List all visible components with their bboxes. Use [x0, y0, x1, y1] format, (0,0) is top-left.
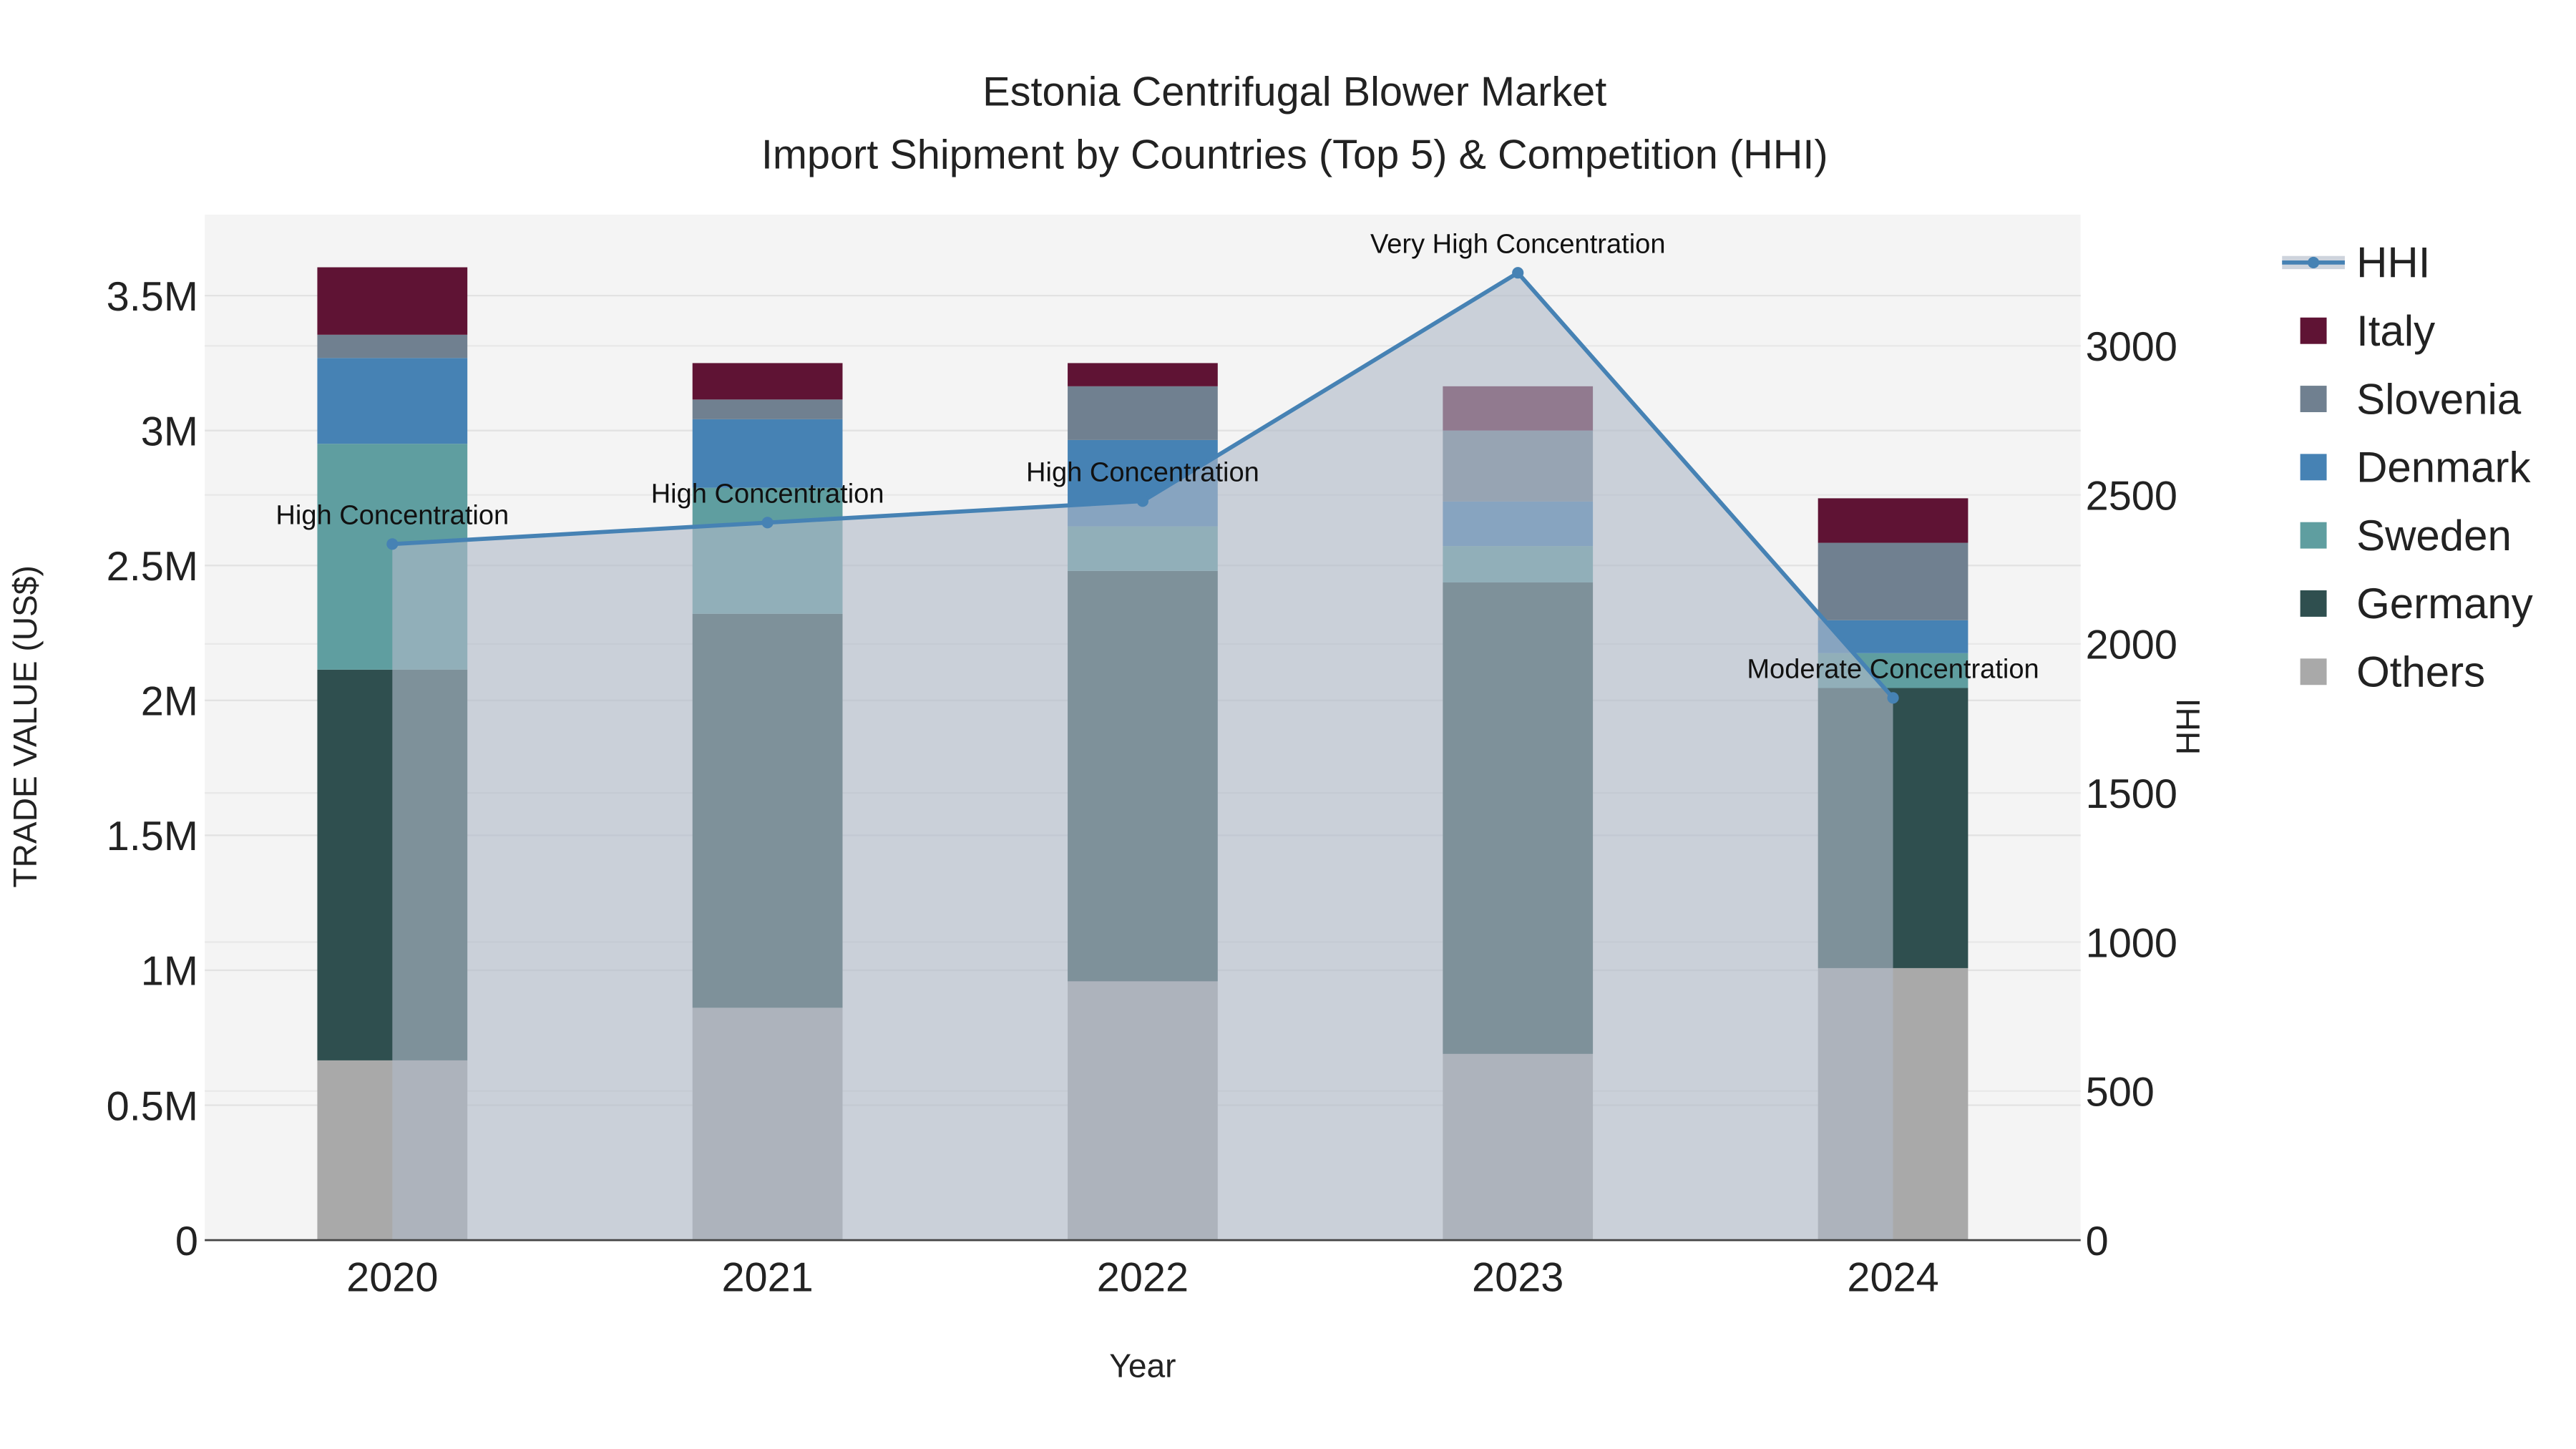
bar-slovenia-2020: [317, 334, 468, 358]
x-tick-label: 2021: [721, 1255, 813, 1301]
legend-item-slovenia: Slovenia: [2300, 375, 2522, 423]
legend-swatch: [2300, 317, 2327, 344]
legend-item-sweden: Sweden: [2300, 512, 2512, 560]
bar-italy-2022: [1068, 363, 1218, 386]
legend-label: Denmark: [2356, 444, 2531, 492]
y-tick-label: 1M: [141, 949, 198, 995]
y2-tick-label: 500: [2086, 1070, 2155, 1116]
legend-label: Slovenia: [2356, 375, 2522, 423]
hhi-point-2020: [386, 538, 399, 550]
legend: HHI Italy Slovenia Denmark Sweden Germany Othe…: [2282, 239, 2533, 696]
legend-label: Others: [2356, 648, 2485, 696]
y-tick-label: 0.5M: [107, 1083, 198, 1129]
hhi-annotation: High Concentration: [275, 501, 509, 531]
y-tick-label: 2.5M: [107, 544, 198, 590]
bar-slovenia-2024: [1818, 542, 1968, 620]
y-tick-label: 0: [175, 1219, 198, 1264]
legend-item-italy: Italy: [2300, 307, 2435, 355]
bar-italy-2020: [317, 267, 468, 335]
legend-label: Sweden: [2356, 512, 2512, 560]
hhi-point-2023: [1512, 267, 1524, 279]
y2-tick-label: 3000: [2086, 324, 2177, 370]
x-tick-label: 2022: [1097, 1255, 1189, 1301]
y-tick-label: 1.5M: [107, 814, 198, 859]
legend-swatch: [2300, 386, 2327, 412]
y2-axis-title: HHI: [2170, 698, 2207, 755]
bar-italy-2024: [1818, 498, 1968, 543]
legend-swatch: [2300, 658, 2327, 686]
legend-swatch: [2300, 454, 2327, 481]
y2-tick-label: 2000: [2086, 623, 2177, 668]
x-tick-label: 2023: [1472, 1255, 1563, 1301]
legend-label: Germany: [2356, 580, 2533, 628]
y2-tick-label: 1500: [2086, 771, 2177, 817]
x-axis-title: Year: [1109, 1347, 1176, 1385]
chart-subtitle: Import Shipment by Countries (Top 5) & C…: [761, 132, 1828, 177]
legend-label: Italy: [2356, 307, 2435, 355]
y-tick-label: 3M: [141, 409, 198, 454]
legend-hhi-marker: [2308, 256, 2320, 268]
bar-slovenia-2021: [692, 399, 843, 419]
legend-swatch: [2300, 522, 2327, 549]
y-tick-label: 2M: [141, 679, 198, 725]
chart-title: Estonia Centrifugal Blower Market: [982, 69, 1606, 115]
hhi-annotation: High Concentration: [1026, 458, 1259, 488]
hhi-point-2024: [1887, 692, 1899, 704]
legend-item-others: Others: [2300, 648, 2485, 696]
y2-tick-label: 0: [2086, 1219, 2109, 1264]
y2-tick-label: 1000: [2086, 920, 2177, 966]
y-axis-title: TRADE VALUE (US$): [6, 565, 44, 887]
hhi-annotation: Moderate Concentration: [1747, 655, 2039, 685]
hhi-annotation: Very High Concentration: [1370, 230, 1666, 260]
y2-tick-label: 2500: [2086, 473, 2177, 519]
bar-denmark-2020: [317, 358, 468, 444]
x-tick-label: 2024: [1847, 1255, 1938, 1301]
y-tick-label: 3.5M: [107, 274, 198, 320]
legend-item-denmark: Denmark: [2300, 444, 2531, 492]
x-tick-label: 2020: [346, 1255, 438, 1301]
legend-item-germany: Germany: [2300, 580, 2533, 628]
bar-italy-2021: [692, 363, 843, 400]
bar-denmark-2021: [692, 419, 843, 488]
hhi-point-2021: [761, 517, 774, 529]
chart: High Concentration High Concentration High…: [6, 69, 2533, 1385]
hhi-point-2022: [1136, 495, 1148, 507]
hhi-annotation: High Concentration: [651, 479, 884, 509]
legend-label: HHI: [2356, 239, 2430, 287]
bar-slovenia-2022: [1068, 386, 1218, 440]
legend-swatch: [2300, 590, 2327, 617]
legend-item-hhi: HHI: [2282, 239, 2430, 287]
